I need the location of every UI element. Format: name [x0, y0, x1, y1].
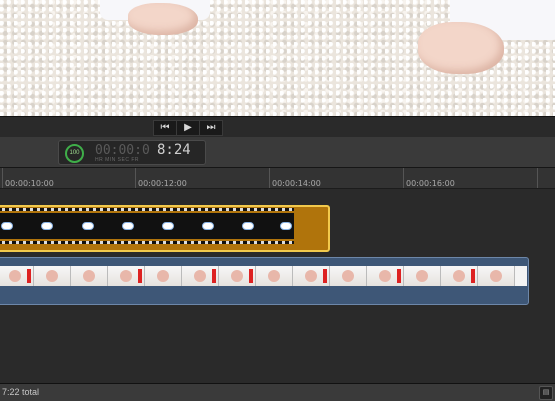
- total-duration: 7:22 total: [2, 387, 40, 397]
- time-ruler[interactable]: 00:00:10:00 00:00:12:00 00:00:14:00 00:0…: [0, 168, 555, 189]
- timecode-units: HR MIN SEC FR: [95, 157, 139, 163]
- skip-forward-icon: ⏭: [206, 122, 216, 133]
- video-thumbnail: [71, 266, 108, 286]
- video-thumbnail: [34, 266, 71, 286]
- timeline-settings-icon[interactable]: ▤: [539, 386, 553, 400]
- video-clip[interactable]: [0, 257, 529, 305]
- ruler-label: 00:00:10:00: [5, 179, 54, 188]
- ruler-tick: [537, 168, 538, 188]
- video-thumbnail: [404, 266, 441, 286]
- viewer: [0, 0, 555, 116]
- video-thumbnail: [441, 266, 478, 286]
- timeline[interactable]: 00:00:10:00 00:00:12:00 00:00:14:00 00:0…: [0, 168, 555, 383]
- transport-bar: ⏮ ▶ ⏭: [0, 116, 555, 138]
- speech-bubble-icon: [1, 222, 13, 230]
- speech-bubble-icon: [162, 222, 174, 230]
- speech-bubble-icon: [242, 222, 254, 230]
- timecode-dim-digits: 00:00:0: [95, 143, 150, 158]
- video-thumbnail: [293, 266, 330, 286]
- timecode-value: 8:24: [157, 142, 191, 158]
- video-thumbnail: [182, 266, 219, 286]
- skip-forward-button[interactable]: ⏭: [199, 120, 223, 136]
- video-thumbnail: [108, 266, 145, 286]
- baby-hand-left: [128, 3, 198, 35]
- dashboard-timecode[interactable]: 100 00:00:0 8:24 HR MIN SEC FR: [58, 140, 206, 165]
- video-thumbnail: [367, 266, 404, 286]
- ruler-tick: [2, 168, 3, 188]
- ruler-label: 00:00:16:00: [406, 179, 455, 188]
- baby-hand-right: [418, 22, 504, 74]
- video-filmstrip: [0, 266, 527, 286]
- speech-bubble-icon: [82, 222, 94, 230]
- speech-bubble-icon: [280, 222, 292, 230]
- video-thumbnail: [145, 266, 182, 286]
- speech-bubble-icon: [41, 222, 53, 230]
- toolbar: 100 00:00:0 8:24 HR MIN SEC FR: [0, 137, 555, 168]
- progress-indicator: 100: [65, 144, 84, 163]
- film-perforations-bottom: [0, 241, 294, 244]
- ruler-tick: [403, 168, 404, 188]
- ruler-tick: [135, 168, 136, 188]
- ruler-label: 00:00:14:00: [272, 179, 321, 188]
- skip-back-icon: ⏮: [160, 122, 170, 133]
- speech-bubble-icon: [122, 222, 134, 230]
- speech-bubble-icon: [202, 222, 214, 230]
- title-filmstrip: [0, 208, 294, 244]
- status-bar: 7:22 total ▤: [0, 383, 555, 401]
- film-perforations-top: [0, 208, 294, 211]
- play-button[interactable]: ▶: [176, 120, 200, 136]
- ruler-label: 00:00:12:00: [138, 179, 187, 188]
- title-clip[interactable]: [0, 205, 330, 252]
- ruler-tick: [269, 168, 270, 188]
- video-thumbnail: [219, 266, 256, 286]
- video-thumbnail: [256, 266, 293, 286]
- video-thumbnail: [330, 266, 367, 286]
- video-thumbnail: [478, 266, 515, 286]
- skip-back-button[interactable]: ⏮: [153, 120, 177, 136]
- video-thumbnail: [0, 266, 34, 286]
- play-icon: ▶: [184, 122, 192, 133]
